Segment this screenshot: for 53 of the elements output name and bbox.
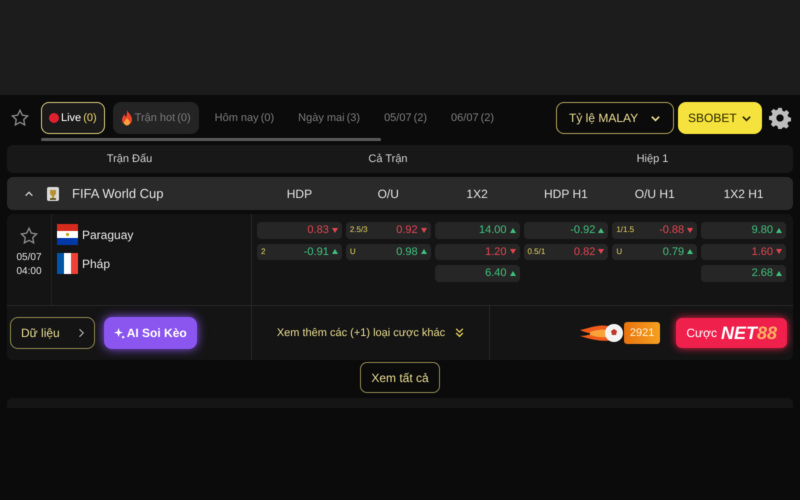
- more-bets-link[interactable]: Xem thêm các (+1) loại cược khác: [276, 324, 464, 342]
- column-header: 1X2 H1: [724, 186, 764, 202]
- double-chevron-down-icon: [455, 328, 464, 338]
- column-header: 1X2: [466, 186, 488, 202]
- odds-cell[interactable]: 1.60: [701, 244, 786, 260]
- odds-cell[interactable]: 2 -0.91: [257, 244, 342, 260]
- match-time: 04:00: [16, 265, 42, 279]
- odds-cell[interactable]: 14.00: [434, 222, 520, 238]
- favorite-star-icon[interactable]: [19, 226, 39, 246]
- odds-cell[interactable]: 1.20: [434, 244, 520, 260]
- odds-cell[interactable]: 9.80: [701, 222, 786, 238]
- odds-cell[interactable]: -0.92: [524, 222, 608, 238]
- bookmaker-dropdown[interactable]: SBOBET: [678, 102, 762, 134]
- trophy-icon: [46, 186, 60, 202]
- chevron-right-icon: [78, 328, 84, 338]
- odds-cell[interactable]: U 0.98: [346, 244, 431, 260]
- flag-icon: [57, 224, 78, 245]
- tab[interactable]: Ngày mai (3): [290, 102, 368, 134]
- tab[interactable]: 06/07 (2): [443, 102, 502, 134]
- settings-icon[interactable]: [769, 107, 791, 129]
- sparkle-icon: [114, 328, 125, 338]
- tab[interactable]: Live (0): [41, 102, 105, 134]
- tab[interactable]: Hôm nay (0): [206, 102, 282, 134]
- collapse-icon[interactable]: [24, 188, 34, 198]
- column-header: HDP: [286, 186, 312, 202]
- team-name: Pháp: [82, 256, 110, 272]
- odds-cell[interactable]: 6.40: [434, 265, 520, 282]
- count-badge: 2921: [624, 322, 660, 344]
- column-header: Hiệp 1: [636, 152, 668, 167]
- scroll-bar[interactable]: [41, 138, 381, 141]
- column-header: HDP H1: [544, 186, 588, 202]
- odds-cell[interactable]: 0.5/1 0.82: [524, 244, 608, 260]
- tab[interactable]: Trận hot (0): [112, 102, 199, 134]
- column-header: Cả Trận: [368, 152, 408, 167]
- odds-cell[interactable]: 1/1.5 -0.88: [612, 222, 698, 238]
- column-header: O/U: [378, 186, 399, 202]
- odds-cell[interactable]: 2.5/3 0.92: [346, 222, 431, 238]
- league-name: FIFA World Cup: [72, 184, 164, 203]
- tab[interactable]: 05/07 (2): [376, 102, 436, 134]
- ai-button[interactable]: AI Soi Kèo: [104, 317, 197, 349]
- odds-cell[interactable]: U 0.79: [612, 244, 698, 260]
- data-button[interactable]: Dữ liệu: [10, 317, 95, 349]
- bet-button[interactable]: Cược NET88: [676, 318, 787, 348]
- column-header: Trận Đấu: [106, 152, 152, 167]
- column-header: O/U H1: [634, 186, 675, 202]
- odds-cell[interactable]: 2.68: [701, 265, 786, 282]
- match-date: 05/07: [16, 251, 42, 265]
- team-name: Paraguay: [82, 226, 134, 244]
- view-all-button[interactable]: Xem tất cả: [360, 362, 440, 393]
- flag-icon: [57, 253, 78, 274]
- odds-format-dropdown[interactable]: Tỷ lệ MALAY: [556, 102, 674, 134]
- flame-icon: [120, 110, 133, 126]
- odds-cell[interactable]: 0.83: [257, 222, 342, 238]
